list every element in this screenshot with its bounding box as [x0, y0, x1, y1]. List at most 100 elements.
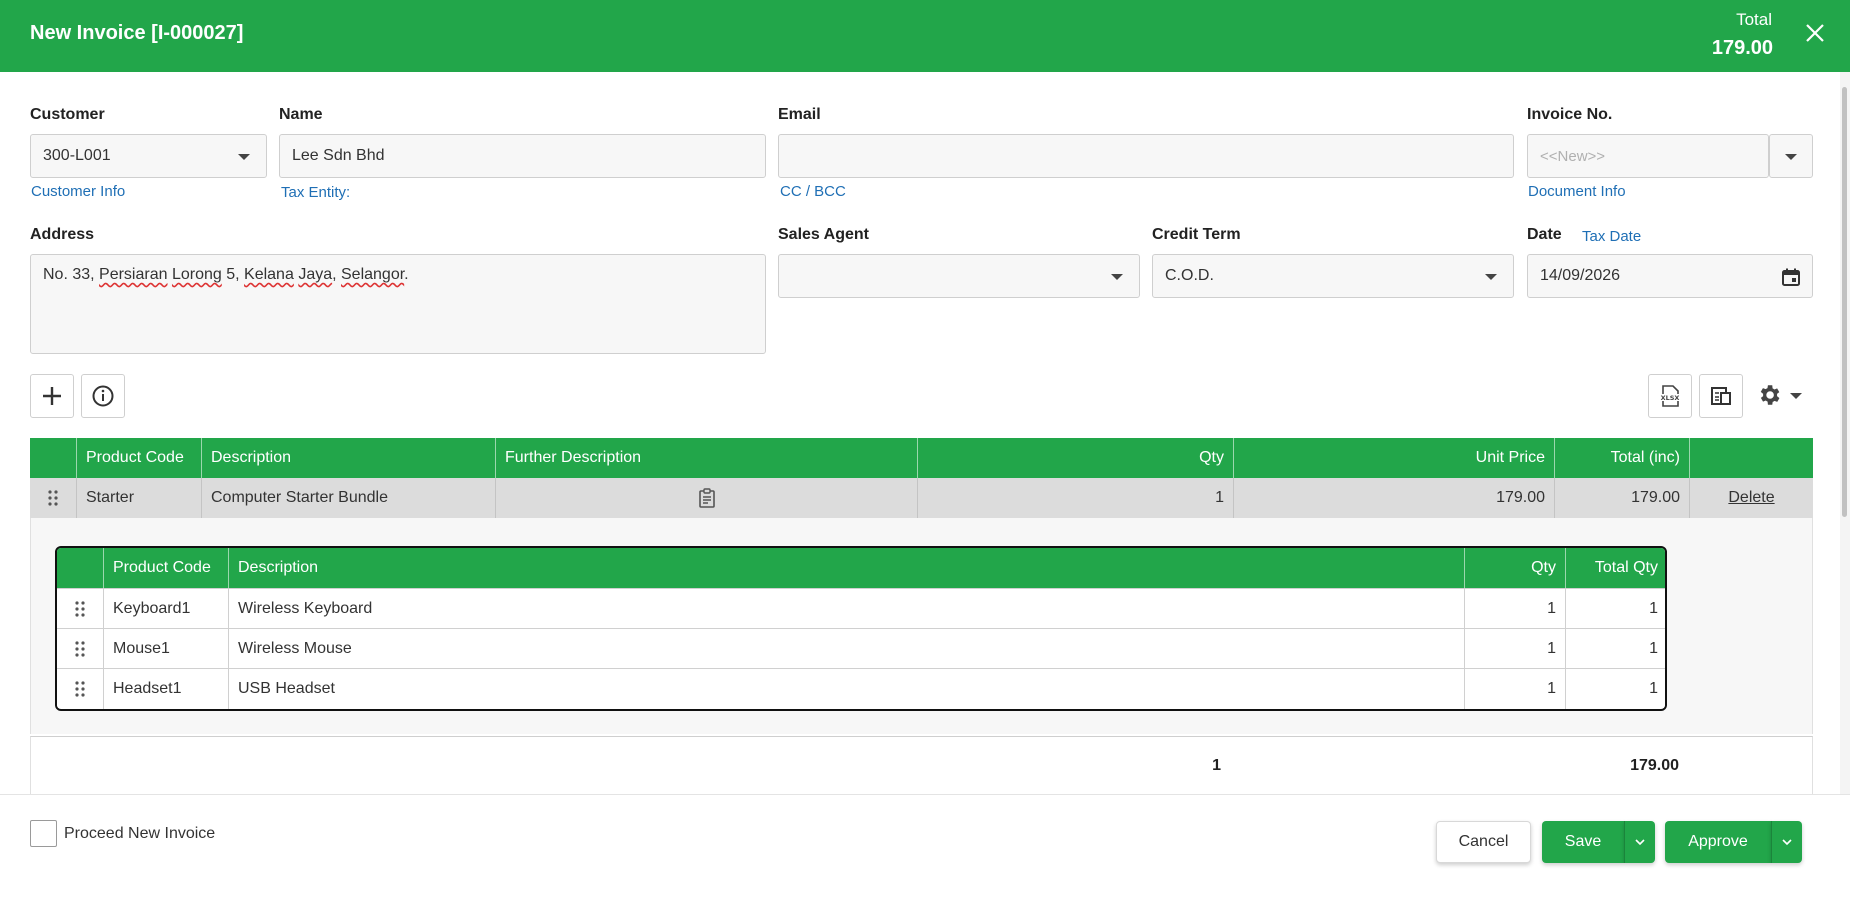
invoice-no-label: Invoice No.: [1527, 106, 1613, 123]
import-button[interactable]: [1699, 374, 1743, 418]
save-options-button[interactable]: [1624, 821, 1655, 863]
cell-further-description[interactable]: [495, 478, 917, 518]
cancel-button[interactable]: Cancel: [1436, 821, 1531, 863]
cell-product-code[interactable]: Starter: [76, 478, 201, 518]
col-description[interactable]: Description: [228, 548, 1464, 588]
grip-icon: [75, 641, 85, 657]
cell-qty[interactable]: 1: [917, 478, 1233, 518]
export-xlsx-button[interactable]: XLSX: [1648, 374, 1692, 418]
address-textarea[interactable]: No. 33, Persiaran Lorong 5, Kelana Jaya,…: [30, 254, 766, 354]
totals-row: 1 179.00: [30, 736, 1813, 794]
header-grip-col: [57, 548, 103, 588]
cell-product-code[interactable]: Headset1: [103, 669, 228, 709]
settings-menu-button[interactable]: [1756, 382, 1806, 410]
tax-date-link[interactable]: Tax Date: [1582, 228, 1641, 245]
grand-total-value: 179.00: [1630, 757, 1679, 774]
name-value: Lee Sdn Bhd: [292, 147, 385, 164]
date-input[interactable]: 14/09/2026: [1527, 254, 1813, 298]
scrollbar[interactable]: [1840, 72, 1850, 794]
customer-select[interactable]: 300-L001: [30, 134, 267, 178]
tax-entity-link[interactable]: Tax Entity:: [281, 184, 350, 201]
table-row[interactable]: Headset1 USB Headset 1 1: [57, 668, 1665, 709]
cc-bcc-link[interactable]: CC / BCC: [780, 183, 846, 200]
table-row[interactable]: Starter Computer Starter Bundle 1 179.00…: [30, 478, 1813, 518]
cell-description[interactable]: Wireless Mouse: [228, 629, 1464, 669]
chevron-down-icon: [238, 154, 250, 160]
cell-qty[interactable]: 1: [1464, 669, 1565, 709]
info-icon: [92, 385, 114, 407]
customer-info-link[interactable]: Customer Info: [31, 183, 125, 200]
drag-handle[interactable]: [30, 478, 76, 518]
bundle-table-header: Product Code Description Qty Total Qty: [57, 548, 1665, 588]
col-description[interactable]: Description: [201, 438, 495, 478]
name-label: Name: [279, 106, 323, 123]
invoice-no-placeholder: <<New>>: [1540, 147, 1606, 165]
address-text: Lorong: [171, 266, 222, 283]
clipboard-icon[interactable]: [698, 488, 716, 508]
col-total-qty[interactable]: Total Qty: [1565, 548, 1665, 588]
dialog-title: New Invoice [I-000027]: [30, 22, 244, 44]
col-unit-price[interactable]: Unit Price: [1233, 438, 1554, 478]
import-icon: [1711, 387, 1731, 405]
cell-qty[interactable]: 1: [1464, 589, 1565, 629]
cell-qty[interactable]: 1: [1464, 629, 1565, 669]
xlsx-icon: XLSX: [1660, 385, 1680, 407]
col-total-inc[interactable]: Total (inc): [1554, 438, 1689, 478]
address-text: Selangor: [341, 266, 405, 283]
add-row-button[interactable]: [30, 374, 74, 418]
info-button[interactable]: [81, 374, 125, 418]
col-product-code[interactable]: Product Code: [76, 438, 201, 478]
col-product-code[interactable]: Product Code: [103, 548, 228, 588]
cell-description[interactable]: Wireless Keyboard: [228, 589, 1464, 629]
drag-handle[interactable]: [57, 589, 103, 629]
cell-total-qty: 1: [1565, 589, 1665, 629]
table-row[interactable]: Mouse1 Wireless Mouse 1 1: [57, 628, 1665, 669]
sales-agent-select[interactable]: [778, 254, 1140, 298]
invoice-no-input[interactable]: <<New>>: [1527, 134, 1769, 178]
drag-handle[interactable]: [57, 629, 103, 669]
name-input[interactable]: Lee Sdn Bhd: [279, 134, 766, 178]
drag-handle[interactable]: [57, 669, 103, 709]
address-text: Jaya: [298, 266, 333, 283]
date-label: Date: [1527, 226, 1562, 243]
cell-product-code[interactable]: Keyboard1: [103, 589, 228, 629]
document-info-link[interactable]: Document Info: [1528, 183, 1626, 200]
email-input[interactable]: [778, 134, 1514, 178]
delete-link[interactable]: Delete: [1689, 478, 1813, 518]
chevron-down-icon: [1635, 839, 1645, 846]
approve-button[interactable]: Approve: [1665, 821, 1771, 863]
chevron-down-icon: [1485, 274, 1497, 280]
approve-options-button[interactable]: [1771, 821, 1802, 863]
cell-unit-price[interactable]: 179.00: [1233, 478, 1554, 518]
col-qty[interactable]: Qty: [917, 438, 1233, 478]
credit-term-select[interactable]: C.O.D.: [1152, 254, 1514, 298]
col-actions: [1689, 438, 1813, 478]
table-row[interactable]: Keyboard1 Wireless Keyboard 1 1: [57, 588, 1665, 629]
plus-icon: [43, 387, 61, 405]
calendar-icon[interactable]: [1781, 267, 1801, 287]
customer-value: 300-L001: [43, 147, 111, 164]
total-label: Total: [1736, 10, 1772, 29]
col-qty[interactable]: Qty: [1464, 548, 1565, 588]
address-text: Kelana: [244, 266, 294, 283]
cell-total-qty: 1: [1565, 629, 1665, 669]
cell-description[interactable]: Computer Starter Bundle: [201, 478, 495, 518]
cell-total: 179.00: [1554, 478, 1689, 518]
col-further-description[interactable]: Further Description: [495, 438, 917, 478]
proceed-new-invoice-checkbox[interactable]: [30, 820, 57, 847]
chevron-down-icon: [1790, 393, 1802, 399]
address-text: Persiaran: [99, 266, 168, 283]
header-grip-col: [30, 438, 76, 478]
save-button[interactable]: Save: [1542, 821, 1624, 863]
close-icon[interactable]: [1800, 18, 1830, 48]
cell-product-code[interactable]: Mouse1: [103, 629, 228, 669]
grip-icon: [75, 601, 85, 617]
scrollbar-thumb[interactable]: [1842, 87, 1847, 517]
address-text: .: [404, 266, 409, 283]
gear-icon: [1760, 385, 1780, 405]
cell-description[interactable]: USB Headset: [228, 669, 1464, 709]
chevron-down-icon: [1782, 839, 1792, 846]
invoice-no-dropdown-button[interactable]: [1769, 134, 1813, 178]
address-text: 5,: [221, 266, 245, 283]
date-value: 14/09/2026: [1540, 267, 1621, 284]
